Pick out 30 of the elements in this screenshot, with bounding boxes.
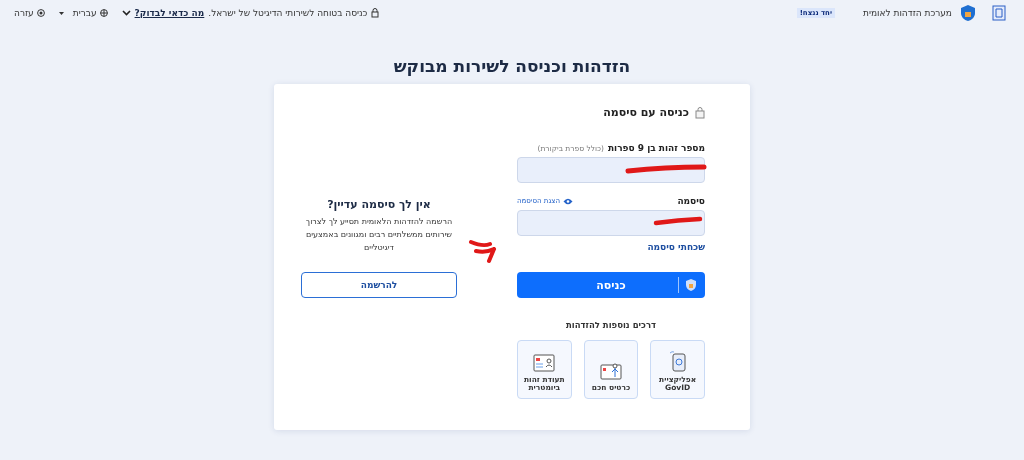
signup-button[interactable]: להרשמה (301, 272, 457, 299)
section-heading: כניסה עם סיסמה (603, 106, 689, 119)
security-note: כניסה בטוחה לשירותי הדיגיטל של ישראל. (208, 8, 368, 18)
forgot-password-link[interactable]: שכחתי סיסמה (647, 242, 705, 252)
page-title: הזדהות וכניסה לשירות מבוקש (393, 56, 631, 76)
shield-lock-icon (960, 4, 976, 22)
chevron-down-icon[interactable] (121, 10, 131, 16)
language-selector[interactable]: עברית (58, 8, 108, 18)
emblem-icon (992, 5, 1006, 21)
security-link[interactable]: מה כדאי לבדוק? (134, 8, 205, 18)
redaction-mark (653, 216, 703, 226)
lock-icon (371, 8, 380, 18)
globe-icon (99, 9, 108, 17)
id-field[interactable] (517, 157, 705, 183)
other-methods-heading: דרכים נוספות להזדהות (564, 320, 658, 330)
id-card-icon (600, 362, 622, 381)
signup-text: הרשמה להזדהות הלאומית תסייע לך לצרוך שירותים ממשלתיים רבים ומגוונים באמצעים דיגיטליים (304, 215, 454, 255)
id-label: מספר זהות בן 9 ספרות (607, 143, 705, 153)
password-label: סיסמה (677, 196, 705, 206)
signup-heading: אין לך סיסמה עדיין? (327, 197, 431, 211)
brand-name: מערכת הזדהות לאומית (863, 8, 952, 18)
id-card-icon (533, 353, 556, 372)
lock-icon (695, 106, 705, 119)
caret-icon (58, 11, 64, 15)
password-field[interactable] (517, 210, 705, 236)
phone-icon (668, 349, 687, 372)
shield-icon (685, 278, 697, 292)
help-link[interactable]: עזרה (14, 8, 45, 18)
login-button[interactable]: כניסה (517, 272, 705, 298)
eye-icon (563, 197, 573, 205)
